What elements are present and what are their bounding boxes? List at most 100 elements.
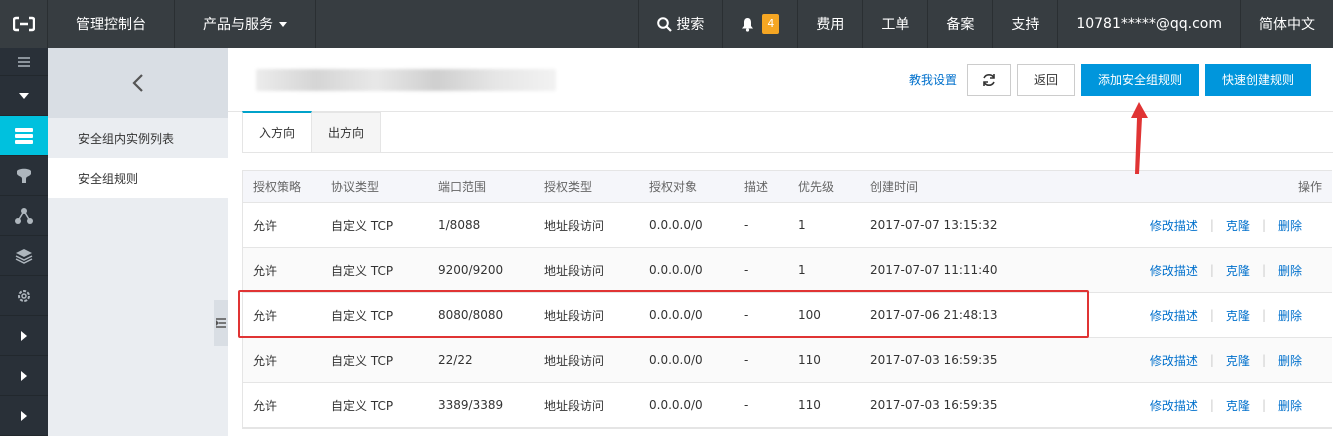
action-separator: | (1261, 398, 1266, 412)
sidebar-item-label: 安全组内实例列表 (78, 131, 175, 146)
sidebar-item-instances[interactable]: 安全组内实例列表 (48, 118, 228, 158)
refresh-button[interactable] (966, 63, 1011, 96)
action-separator: | (1209, 353, 1214, 367)
aliyun-logo-icon[interactable] (0, 0, 48, 48)
sidebar-item-label: 安全组规则 (78, 171, 139, 186)
rail-item-rds[interactable] (0, 156, 48, 196)
sidebar-collapse-toggle[interactable] (214, 300, 228, 346)
table-cell: 1/8088 (438, 218, 481, 232)
action-separator: | (1261, 218, 1266, 232)
notification-button[interactable]: 4 (722, 0, 797, 48)
tab-outbound[interactable]: 出方向 (311, 112, 382, 152)
console-link[interactable]: 管理控制台 (48, 0, 175, 48)
table-cell: - (744, 398, 749, 412)
toolbar: 教我设置 返回 添加安全组规则 快速创建规则 (909, 63, 1333, 96)
table-cell: 允许 (253, 353, 278, 368)
filing-link[interactable]: 备案 (927, 0, 992, 48)
table-cell: 110 (798, 353, 821, 367)
ticket-label: 工单 (881, 17, 910, 33)
support-link[interactable]: 支持 (992, 0, 1057, 48)
rail-expand-3[interactable] (0, 396, 48, 436)
tab-inbound[interactable]: 入方向 (242, 111, 313, 152)
back-button[interactable] (48, 48, 228, 118)
add-rule-button[interactable]: 添加安全组规则 (1080, 63, 1199, 96)
rail-item-settings[interactable] (0, 276, 48, 316)
table-cell: 允许 (253, 263, 278, 278)
row-actions: 修改描述 | 克隆 | 删除 (1150, 307, 1332, 324)
return-button[interactable]: 返回 (1016, 63, 1075, 96)
table-row: 允许 自定义 TCP 8080/8080 地址段访问 0.0.0.0/0 - 100 2017… (243, 293, 1332, 338)
page-title-redacted (256, 68, 556, 91)
account-menu[interactable]: 10781*****@qq.com (1057, 0, 1240, 48)
top-bar: 管理控制台 产品与服务 搜索 4 费用 工单 备案 支持 10781*****@… (0, 0, 1333, 48)
language-switch[interactable]: 简体中文 (1240, 0, 1333, 48)
col-header: 创建时间 (870, 180, 919, 194)
quick-create-button[interactable]: 快速创建规则 (1204, 63, 1311, 96)
clone-link[interactable]: 克隆 (1226, 352, 1250, 369)
clone-link[interactable]: 克隆 (1226, 397, 1250, 414)
rail-expand[interactable] (0, 76, 48, 116)
delete-link[interactable]: 删除 (1278, 217, 1302, 234)
edit-description-link[interactable]: 修改描述 (1150, 307, 1198, 324)
server-icon (15, 127, 33, 144)
table-cell: 2017-07-07 13:15:32 (870, 218, 998, 232)
table-cell: 0.0.0.0/0 (649, 263, 703, 277)
clone-link[interactable]: 克隆 (1226, 262, 1250, 279)
action-separator: | (1209, 398, 1214, 412)
table-cell: 2017-07-03 16:59:35 (870, 398, 998, 412)
table-cell: 9200/9200 (438, 263, 504, 277)
delete-link[interactable]: 删除 (1278, 397, 1302, 414)
edit-description-link[interactable]: 修改描述 (1150, 352, 1198, 369)
billing-link[interactable]: 费用 (797, 0, 862, 48)
console-label: 管理控制台 (76, 17, 146, 33)
table-row: 允许 自定义 TCP 1/8088 地址段访问 0.0.0.0/0 - 1 2017-07-0… (243, 203, 1332, 248)
delete-link[interactable]: 删除 (1278, 262, 1302, 279)
rail-expand-1[interactable] (0, 316, 48, 356)
table-row: 允许 自定义 TCP 9200/9200 地址段访问 0.0.0.0/0 - 1 2017-0… (243, 248, 1332, 293)
rail-item-storage[interactable] (0, 236, 48, 276)
action-separator: | (1261, 308, 1266, 322)
clone-link[interactable]: 克隆 (1226, 307, 1250, 324)
clone-link[interactable]: 克隆 (1226, 217, 1250, 234)
table-cell: - (744, 263, 749, 277)
table-cell: - (744, 308, 749, 322)
action-separator: | (1209, 308, 1214, 322)
col-header: 授权类型 (544, 180, 593, 194)
search-icon (657, 16, 673, 32)
edit-description-link[interactable]: 修改描述 (1150, 217, 1198, 234)
search-button[interactable]: 搜索 (638, 0, 722, 48)
table-cell: 自定义 TCP (331, 353, 394, 368)
caret-down-icon (279, 21, 287, 27)
col-header: 授权对象 (649, 180, 698, 194)
col-header: 协议类型 (331, 180, 380, 194)
main-content: 教我设置 返回 添加安全组规则 快速创建规则 入方向 出方向 授权策略 协议类型… (228, 48, 1333, 436)
rail-item-network[interactable] (0, 196, 48, 236)
table-cell: 0.0.0.0/0 (649, 398, 703, 412)
table-cell: 0.0.0.0/0 (649, 353, 703, 367)
edit-description-link[interactable]: 修改描述 (1150, 262, 1198, 279)
caret-down-icon (19, 92, 29, 99)
products-menu[interactable]: 产品与服务 (175, 0, 316, 48)
rail-expand-2[interactable] (0, 356, 48, 396)
table-cell: 自定义 TCP (331, 398, 394, 413)
products-label: 产品与服务 (203, 17, 273, 33)
language-label: 简体中文 (1259, 17, 1315, 33)
delete-link[interactable]: 删除 (1278, 307, 1302, 324)
ticket-link[interactable]: 工单 (862, 0, 927, 48)
caret-right-icon (21, 330, 27, 341)
help-link[interactable]: 教我设置 (909, 71, 957, 88)
rail-item-ecs[interactable] (0, 116, 48, 156)
row-actions: 修改描述 | 克隆 | 删除 (1150, 262, 1332, 279)
edit-description-link[interactable]: 修改描述 (1150, 397, 1198, 414)
menu-toggle[interactable] (0, 48, 48, 76)
table-cell: 2017-07-07 11:11:40 (870, 263, 998, 277)
sidebar-item-rules[interactable]: 安全组规则 (48, 158, 228, 198)
delete-link[interactable]: 删除 (1278, 352, 1302, 369)
action-separator: | (1209, 218, 1214, 232)
table-cell: 2017-07-03 16:59:35 (870, 353, 998, 367)
table-cell: 0.0.0.0/0 (649, 308, 703, 322)
col-header: 操作 (1297, 180, 1322, 194)
table-cell: 1 (798, 263, 806, 277)
row-actions: 修改描述 | 克隆 | 删除 (1150, 352, 1332, 369)
table-header: 授权策略 协议类型 端口范围 授权类型 授权对象 描述 优先级 创建时间 操作 (243, 171, 1332, 203)
